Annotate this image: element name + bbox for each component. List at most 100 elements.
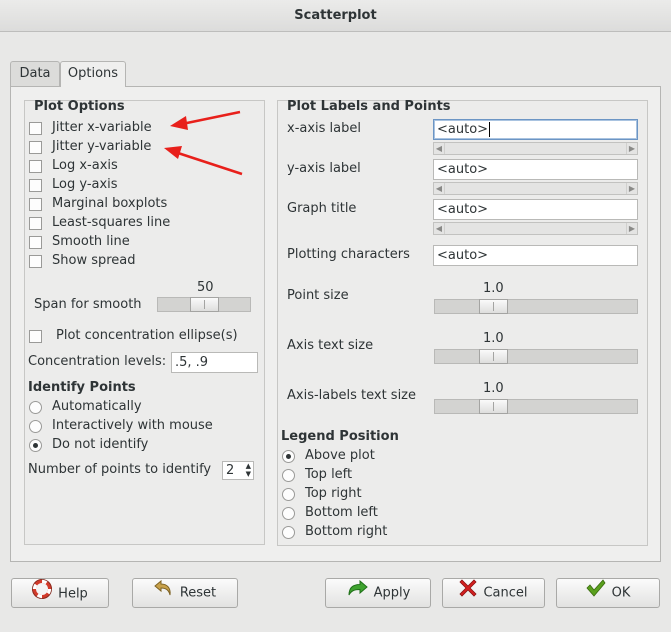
scroll-right-icon[interactable]: ▶ xyxy=(626,223,637,234)
reset-button-label: Reset xyxy=(179,585,217,601)
log-x-checkbox[interactable] xyxy=(29,160,42,173)
plot-labels-header: Plot Labels and Points xyxy=(287,99,451,114)
graph-title-scrollbar[interactable]: ◀ ▶ xyxy=(433,222,638,235)
axis-text-size-slider-handle[interactable] xyxy=(479,349,508,364)
identify-mouse-radio[interactable] xyxy=(29,420,42,433)
tab-data[interactable]: Data xyxy=(10,61,60,86)
span-slider-handle[interactable] xyxy=(190,297,219,312)
cancel-x-icon xyxy=(459,579,478,608)
least-squares-checkbox[interactable] xyxy=(29,217,42,230)
window-title: Scatterplot xyxy=(294,8,377,23)
smooth-line-label: Smooth line xyxy=(52,234,130,249)
xaxis-scrollbar[interactable]: ◀ ▶ xyxy=(433,142,638,155)
apply-button-label: Apply xyxy=(373,585,411,601)
yaxis-scrollbar[interactable]: ◀ ▶ xyxy=(433,182,638,195)
jitter-x-label: Jitter x-variable xyxy=(52,120,152,135)
yaxis-input[interactable]: <auto> xyxy=(433,159,638,180)
identify-count-spinner[interactable]: 2 ▲ ▼ xyxy=(222,461,254,480)
legend-top-left-radio[interactable] xyxy=(282,469,295,482)
xaxis-input-text: <auto> xyxy=(437,122,489,137)
jitter-y-checkbox[interactable] xyxy=(29,141,42,154)
axis-text-size-slider[interactable] xyxy=(434,349,638,364)
graph-title-input[interactable]: <auto> xyxy=(433,199,638,220)
identify-none-label: Do not identify xyxy=(52,437,149,452)
axis-labels-size-slider-handle[interactable] xyxy=(479,399,508,414)
span-value: 50 xyxy=(197,280,214,295)
scroll-left-icon[interactable]: ◀ xyxy=(434,223,445,234)
cancel-button-label: Cancel xyxy=(483,585,528,601)
identify-mouse-label: Interactively with mouse xyxy=(52,418,213,433)
help-button-label: Help xyxy=(58,586,88,602)
span-slider[interactable] xyxy=(157,297,251,312)
least-squares-label: Least-squares line xyxy=(52,215,171,230)
legend-bottom-left-radio[interactable] xyxy=(282,507,295,520)
xaxis-label: x-axis label xyxy=(287,121,362,136)
axis-labels-size-label: Axis-labels text size xyxy=(287,388,417,403)
point-size-slider-handle[interactable] xyxy=(479,299,508,314)
legend-header: Legend Position xyxy=(281,429,399,444)
concentration-input[interactable]: .5, .9 xyxy=(171,352,258,373)
cancel-button[interactable]: Cancel xyxy=(442,578,545,608)
reset-button[interactable]: Reset xyxy=(132,578,238,608)
undo-icon xyxy=(154,579,174,608)
redo-arrow-icon xyxy=(346,579,368,608)
ok-button-label: OK xyxy=(611,585,631,601)
xaxis-input[interactable]: <auto> xyxy=(433,119,638,140)
lifebuoy-icon xyxy=(32,579,53,610)
apply-button[interactable]: Apply xyxy=(325,578,431,608)
jitter-x-checkbox[interactable] xyxy=(29,122,42,135)
show-spread-label: Show spread xyxy=(52,253,136,268)
identify-auto-radio[interactable] xyxy=(29,401,42,414)
identify-none-radio[interactable] xyxy=(29,439,42,452)
plotting-characters-input[interactable]: <auto> xyxy=(433,245,638,266)
tab-options-label: Options xyxy=(67,66,119,81)
spinner-down-icon[interactable]: ▼ xyxy=(246,470,251,478)
show-spread-checkbox[interactable] xyxy=(29,255,42,268)
spinner-up-icon[interactable]: ▲ xyxy=(246,462,251,470)
point-size-label: Point size xyxy=(287,288,349,303)
annotation-arrow-x xyxy=(170,110,241,130)
annotation-arrow-y xyxy=(164,146,243,176)
legend-top-right-radio[interactable] xyxy=(282,488,295,501)
window-titlebar: Scatterplot xyxy=(0,0,671,32)
axis-text-size-label: Axis text size xyxy=(287,338,374,353)
scroll-right-icon[interactable]: ▶ xyxy=(626,183,637,194)
legend-above-radio[interactable] xyxy=(282,450,295,463)
point-size-value: 1.0 xyxy=(483,281,504,296)
scroll-right-icon[interactable]: ▶ xyxy=(626,143,637,154)
log-x-label: Log x-axis xyxy=(52,158,118,173)
legend-bottom-left-label: Bottom left xyxy=(305,505,378,520)
yaxis-label: y-axis label xyxy=(287,161,361,176)
tab-data-label: Data xyxy=(19,66,51,81)
concentration-label: Concentration levels: xyxy=(28,354,167,369)
smooth-line-checkbox[interactable] xyxy=(29,236,42,249)
marginal-boxplots-checkbox[interactable] xyxy=(29,198,42,211)
identify-count-label: Number of points to identify xyxy=(28,462,212,477)
text-cursor xyxy=(489,122,491,137)
log-y-label: Log y-axis xyxy=(52,177,118,192)
legend-top-right-label: Top right xyxy=(305,486,362,501)
axis-labels-size-value: 1.0 xyxy=(483,381,504,396)
scroll-left-icon[interactable]: ◀ xyxy=(434,143,445,154)
ok-button[interactable]: OK xyxy=(556,578,660,608)
point-size-slider[interactable] xyxy=(434,299,638,314)
span-label: Span for smooth xyxy=(34,297,142,312)
plot-options-header: Plot Options xyxy=(34,99,125,114)
scroll-left-icon[interactable]: ◀ xyxy=(434,183,445,194)
axis-labels-size-slider[interactable] xyxy=(434,399,638,414)
tab-options[interactable]: Options xyxy=(60,61,126,87)
log-y-checkbox[interactable] xyxy=(29,179,42,192)
legend-bottom-right-radio[interactable] xyxy=(282,526,295,539)
marginal-boxplots-label: Marginal boxplots xyxy=(52,196,168,211)
help-button[interactable]: Help xyxy=(11,578,109,608)
checkmark-icon xyxy=(586,579,606,608)
axis-text-size-value: 1.0 xyxy=(483,331,504,346)
identify-count-value: 2 xyxy=(226,463,235,478)
legend-top-left-label: Top left xyxy=(305,467,353,482)
legend-above-label: Above plot xyxy=(305,448,375,463)
legend-bottom-right-label: Bottom right xyxy=(305,524,388,539)
identify-header: Identify Points xyxy=(28,380,136,395)
plotting-characters-label: Plotting characters xyxy=(287,247,410,262)
ellipse-checkbox[interactable] xyxy=(29,330,42,343)
graph-title-label: Graph title xyxy=(287,201,357,216)
